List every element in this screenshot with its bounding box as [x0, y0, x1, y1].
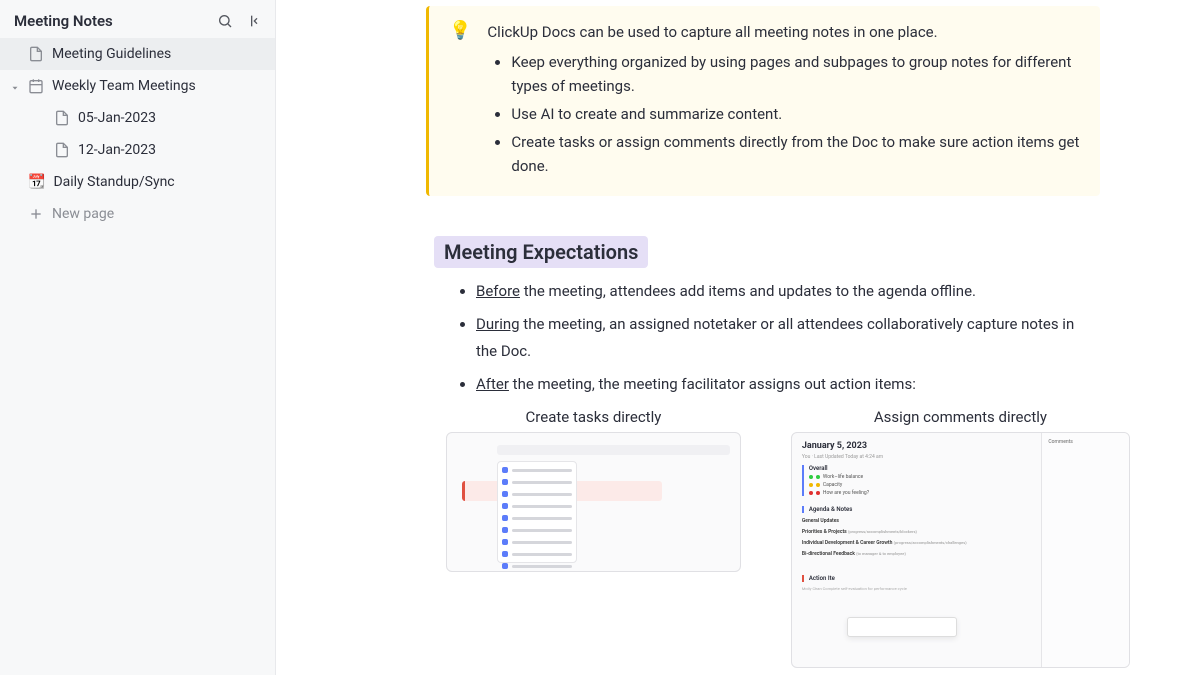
image-caption: Assign comments directly [791, 408, 1130, 426]
image-overall-label: Overall [809, 465, 1031, 472]
sidebar-item-weekly-team-meetings[interactable]: Weekly Team Meetings [0, 70, 275, 102]
image-block-right: Assign comments directly January 5, 2023… [791, 408, 1130, 668]
search-icon[interactable] [217, 13, 233, 29]
doc-icon [28, 46, 44, 62]
sidebar-header-actions [217, 13, 261, 29]
sidebar-item-label: Daily Standup/Sync [53, 174, 174, 190]
during-text: the meeting, an assigned notetaker or al… [476, 315, 1074, 360]
image-date: January 5, 2023 [802, 441, 1031, 451]
expectation-item: Before the meeting, attendees add items … [476, 278, 1090, 305]
chevron-down-icon[interactable] [10, 81, 20, 91]
images-row: Create tasks directly Assign commen [446, 408, 1130, 668]
callout-content: ClickUp Docs can be used to capture all … [487, 20, 1080, 182]
callout-box: 💡 ClickUp Docs can be used to capture al… [426, 6, 1100, 196]
sidebar-item-label: Meeting Guidelines [52, 46, 171, 62]
expectations-list: Before the meeting, attendees add items … [306, 278, 1170, 398]
collapse-sidebar-icon[interactable] [245, 13, 261, 29]
image-agenda-label: Agenda & Notes [809, 506, 1031, 513]
callout-bullet: Create tasks or assign comments directly… [511, 130, 1080, 178]
sidebar-item-label: 12-Jan-2023 [78, 142, 156, 158]
doc-icon [54, 110, 70, 126]
before-keyword: Before [476, 282, 520, 300]
new-page-label: New page [52, 206, 114, 222]
new-page-button[interactable]: New page [0, 198, 275, 230]
expectation-item: After the meeting, the meeting facilitat… [476, 371, 1090, 398]
image-block-left: Create tasks directly [446, 408, 741, 668]
calendar-emoji-icon: 📆 [28, 174, 45, 190]
calendar-icon [28, 78, 44, 94]
after-text: the meeting, the meeting facilitator ass… [509, 375, 916, 393]
image-assign-comments: January 5, 2023 You · Last Updated Today… [791, 432, 1130, 668]
lightbulb-icon: 💡 [449, 20, 471, 182]
image-comments-label: Comments [1048, 439, 1123, 445]
expectation-item: During the meeting, an assigned notetake… [476, 311, 1090, 365]
section-heading: Meeting Expectations [434, 236, 648, 268]
before-text: the meeting, attendees add items and upd… [520, 282, 976, 300]
sidebar-item-label: 05-Jan-2023 [78, 110, 156, 126]
callout-bullet: Use AI to create and summarize content. [511, 102, 1080, 126]
plus-icon [28, 206, 44, 222]
doc-icon [54, 142, 70, 158]
sidebar-header: Meeting Notes [0, 0, 275, 38]
sidebar-item-12-jan-2023[interactable]: 12-Jan-2023 [0, 134, 275, 166]
callout-intro: ClickUp Docs can be used to capture all … [487, 20, 1080, 44]
during-keyword: During [476, 315, 520, 333]
after-keyword: After [476, 375, 509, 393]
sidebar-title: Meeting Notes [14, 12, 113, 30]
sidebar-item-meeting-guidelines[interactable]: Meeting Guidelines [0, 38, 275, 70]
sidebar-item-05-jan-2023[interactable]: 05-Jan-2023 [0, 102, 275, 134]
main-content: 💡 ClickUp Docs can be used to capture al… [276, 0, 1200, 675]
image-create-tasks [446, 432, 741, 572]
sidebar-item-label: Weekly Team Meetings [52, 78, 196, 94]
image-caption: Create tasks directly [446, 408, 741, 426]
sidebar-item-daily-standup[interactable]: 📆 Daily Standup/Sync [0, 166, 275, 198]
sidebar: Meeting Notes Meeting Guidelines Weekly … [0, 0, 276, 675]
callout-list: Keep everything organized by using pages… [487, 50, 1080, 178]
callout-bullet: Keep everything organized by using pages… [511, 50, 1080, 98]
